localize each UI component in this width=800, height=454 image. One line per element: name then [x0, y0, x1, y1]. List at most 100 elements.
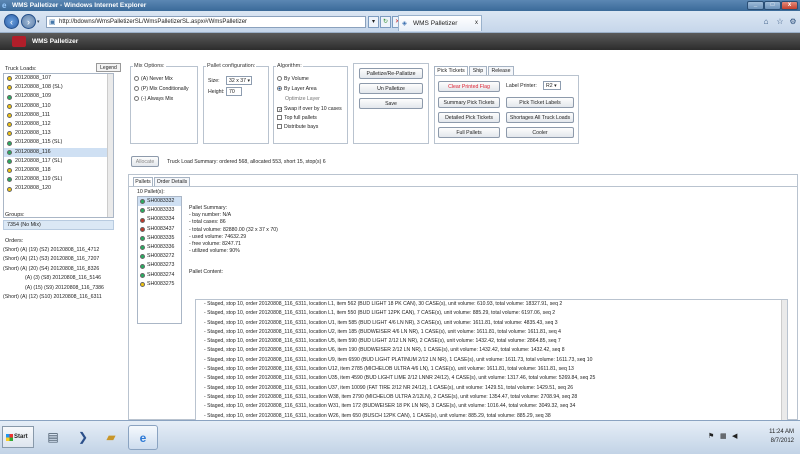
truck-load-item[interactable]: 20120808_112: [4, 120, 113, 129]
refresh-icon[interactable]: ↻: [380, 16, 391, 28]
tab-pick-tickets[interactable]: Pick Tickets: [434, 66, 468, 75]
label-printer-select[interactable]: R2 ▾: [543, 81, 561, 90]
summary-pick-tickets-button[interactable]: Summary Pick Tickets: [438, 97, 500, 108]
truck-load-label: 20120808_118: [15, 166, 51, 173]
detailed-pick-tickets-button[interactable]: Detailed Pick Tickets: [438, 112, 500, 123]
tab-pallets[interactable]: Pallets: [133, 177, 153, 186]
truck-load-item[interactable]: 20120808_119 (SL): [4, 175, 113, 184]
truck-load-label: 20120808_110: [15, 102, 51, 109]
close-window-button[interactable]: x: [781, 1, 798, 10]
truck-load-item[interactable]: 20120808_109: [4, 92, 113, 101]
truck-load-item[interactable]: 20120808_117 (SL): [4, 157, 113, 166]
content-line[interactable]: - Staged, stop 10, order 20120808_116_63…: [196, 300, 787, 309]
pallet-item[interactable]: SH0083336: [138, 243, 181, 252]
truck-load-item[interactable]: 20120808_111: [4, 111, 113, 120]
shortages-all-truck-loads-button[interactable]: Shortages All Truck Loads: [506, 112, 574, 123]
size-select[interactable]: 32 x 37 ▾: [226, 76, 252, 85]
pallet-item[interactable]: SH0083437: [138, 225, 181, 234]
palletize-button[interactable]: Palletize/Re-Pallatize: [359, 68, 423, 79]
never-mix-radio[interactable]: (A) Never Mix: [134, 76, 173, 82]
url-field[interactable]: ▣ http://bdowns/WmsPalletizerSL/WmsPalle…: [46, 16, 366, 28]
content-line[interactable]: - Staged, stop 10, order 20120808_116_63…: [196, 384, 787, 393]
maximize-button[interactable]: □: [764, 1, 781, 10]
content-line[interactable]: - Staged, stop 10, order 20120808_116_63…: [196, 328, 787, 337]
tools-gear-icon[interactable]: ⚙: [787, 15, 799, 28]
content-line[interactable]: - Staged, stop 10, order 20120808_116_63…: [196, 319, 787, 328]
height-input[interactable]: 70: [226, 87, 242, 96]
content-line[interactable]: - Staged, stop 10, order 20120808_116_63…: [196, 374, 787, 383]
order-item[interactable]: (Short) (A) (20) (S4) 20120808_116_8326: [3, 265, 123, 274]
distribute-bays-checkbox[interactable]: Distribute bays: [277, 124, 318, 130]
forward-button[interactable]: ›: [21, 14, 36, 29]
favorites-icon[interactable]: ☆: [774, 15, 786, 28]
pick-ticket-labels-button[interactable]: Pick Ticket Labels: [506, 97, 574, 108]
truck-load-item[interactable]: 20120808_107: [4, 74, 113, 83]
pallet-item[interactable]: SH0083272: [138, 252, 181, 261]
tab-order-details[interactable]: Order Details: [154, 177, 190, 186]
explorer-folder-icon[interactable]: ▰: [98, 425, 124, 450]
pallet-item[interactable]: SH0083335: [138, 234, 181, 243]
pallet-item[interactable]: SH0083333: [138, 206, 181, 215]
mix-conditionally-radio[interactable]: (P) Mix Conditionally: [134, 86, 189, 92]
full-pallets-button[interactable]: Full Pallets: [438, 127, 500, 138]
truck-loads-list[interactable]: 20120808_107 20120808_108 (SL) 20120808_10…: [3, 73, 114, 218]
tab-release[interactable]: Release: [488, 66, 514, 75]
order-item[interactable]: (Short) (A) (19) (S2) 20120808_116_4712: [3, 246, 123, 255]
close-tab-icon[interactable]: x: [475, 16, 478, 31]
allocate-button[interactable]: Allocate: [131, 156, 159, 167]
order-item[interactable]: (Short) (A) (21) (S3) 20120808_116_7207: [3, 255, 123, 264]
start-button[interactable]: Start: [2, 426, 34, 448]
minimize-button[interactable]: _: [747, 1, 764, 10]
pallet-item[interactable]: SH0083334: [138, 215, 181, 224]
truck-load-item[interactable]: 20120808_115 (SL): [4, 138, 113, 147]
pallet-item[interactable]: SH0083274: [138, 271, 181, 280]
unpalletize-button[interactable]: Un Palletize: [359, 83, 423, 94]
clock[interactable]: 11:24 AM 8/7/2012: [769, 428, 794, 446]
pallet-item[interactable]: SH0083273: [138, 261, 181, 270]
swap-checkbox[interactable]: ✓ Swap if over by 10 cases: [277, 106, 342, 113]
truck-load-item[interactable]: 20120808_120: [4, 184, 113, 193]
content-line[interactable]: - Staged, stop 10, order 20120808_116_63…: [196, 346, 787, 355]
content-line[interactable]: - Staged, stop 10, order 20120808_116_63…: [196, 402, 787, 411]
content-line[interactable]: - Staged, stop 10, order 20120808_116_63…: [196, 309, 787, 318]
legend-button[interactable]: Legend: [96, 63, 121, 72]
always-mix-radio[interactable]: (-) Always Mix: [134, 96, 173, 102]
order-item[interactable]: (A) (3) (S8) 20120808_116_5146: [3, 274, 123, 283]
truck-load-label: 20120808_119 (SL): [15, 176, 63, 183]
network-icon[interactable]: ▦: [720, 432, 727, 440]
tab-wms-palletizer[interactable]: ◈ WMS Palletizer x: [398, 15, 482, 31]
truck-load-item[interactable]: 20120808_118: [4, 166, 113, 175]
top-full-pallets-checkbox[interactable]: Top full pallets: [277, 115, 317, 121]
pallet-item[interactable]: SH0083275: [138, 280, 181, 289]
volume-icon[interactable]: ◀: [732, 432, 737, 440]
by-layer-area-radio[interactable]: By Layer Area: [277, 86, 317, 92]
server-manager-icon[interactable]: ▤: [40, 425, 66, 450]
history-dropdown-icon[interactable]: ▾: [37, 19, 40, 25]
pallet-item[interactable]: SH0083332: [138, 197, 181, 207]
truck-load-item[interactable]: 20120808_113: [4, 129, 113, 138]
save-button[interactable]: Save: [359, 98, 423, 109]
powershell-icon[interactable]: ❯: [70, 425, 96, 450]
content-line[interactable]: - Staged, stop 10, order 20120808_116_63…: [196, 337, 787, 346]
order-item[interactable]: (A) (15) (S9) 20120808_116_7386: [3, 284, 123, 293]
content-line[interactable]: - Staged, stop 10, order 20120808_116_63…: [196, 356, 787, 365]
group-item[interactable]: 7354 (No Mix): [3, 220, 114, 230]
home-icon[interactable]: ⌂: [760, 15, 772, 28]
cooler-button[interactable]: Cooler: [506, 127, 574, 138]
tab-ship[interactable]: Ship: [469, 66, 487, 75]
control-panel: Mix Options: (A) Never Mix (P) Mix Condi…: [128, 60, 798, 150]
back-button[interactable]: ‹: [4, 14, 19, 29]
truck-list-scrollbar[interactable]: [107, 74, 113, 217]
ie-taskbar-icon[interactable]: e: [128, 425, 158, 450]
content-line[interactable]: - Staged, stop 10, order 20120808_116_63…: [196, 365, 787, 374]
dropdown-icon[interactable]: ▾: [368, 16, 379, 28]
by-volume-radio[interactable]: By Volume: [277, 76, 309, 82]
truck-load-item[interactable]: 20120808_108 (SL): [4, 83, 113, 92]
content-line[interactable]: - Staged, stop 10, order 20120808_116_63…: [196, 393, 787, 402]
truck-load-item[interactable]: 20120808_110: [4, 102, 113, 111]
truck-load-item[interactable]: 20120808_116: [4, 147, 113, 157]
order-item[interactable]: (Short) (A) (12) (S10) 20120808_116_6311: [3, 293, 123, 302]
clear-printed-flag-button[interactable]: Clear Printed Flag: [438, 81, 500, 92]
pallets-list[interactable]: SH0083332 SH0083333 SH0083334 SH0083437 SH00…: [137, 196, 182, 324]
flag-icon[interactable]: ⚑: [708, 432, 714, 440]
